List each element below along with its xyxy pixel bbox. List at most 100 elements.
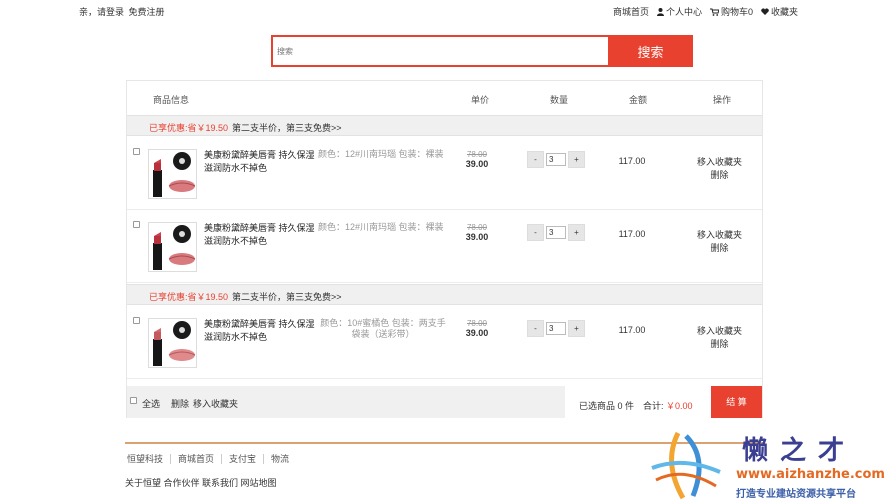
- header-amount: 金额: [629, 95, 648, 105]
- quantity-stepper: - 3 +: [527, 151, 585, 168]
- increase-button[interactable]: +: [568, 151, 585, 168]
- cart-total: 已选商品 0 件 合计: ￥0.00: [565, 386, 711, 418]
- decrease-button[interactable]: -: [527, 320, 544, 337]
- footer-link[interactable]: 商城首页: [171, 454, 223, 464]
- register-link[interactable]: 免费注册: [129, 7, 165, 17]
- delete-link[interactable]: 删除: [687, 169, 752, 182]
- top-bar: 亲，请登录 免费注册 商城首页 个人中心 购物车0 收藏夹: [0, 0, 888, 22]
- product-thumbnail[interactable]: [148, 318, 197, 368]
- line-amount: 117.00: [618, 325, 646, 335]
- header-price: 单价: [471, 95, 490, 105]
- original-price: 78.00: [466, 319, 488, 328]
- original-price: 78.00: [466, 150, 488, 159]
- product-attributes: 颜色：12#川南玛瑙 包装：裸装: [318, 222, 444, 232]
- unit-price: 39.00: [465, 232, 489, 242]
- increase-button[interactable]: +: [568, 224, 585, 241]
- move-to-favorites-link[interactable]: 移入收藏夹: [687, 325, 752, 338]
- total-value: ￥0.00: [666, 401, 693, 411]
- watermark-logo-icon: [651, 431, 721, 500]
- increase-button[interactable]: +: [568, 320, 585, 337]
- delete-link[interactable]: 删除: [687, 338, 752, 351]
- nav-favorites-label: 收藏夹: [770, 7, 798, 17]
- quantity-input[interactable]: 3: [546, 153, 566, 166]
- decrease-button[interactable]: -: [527, 224, 544, 241]
- footer-bottom-links[interactable]: 关于恒望 合作伙伴 联系我们 网站地图: [125, 476, 277, 489]
- item-actions: 移入收藏夹 删除: [687, 325, 752, 351]
- cart-table: 商品信息 单价 数量 金额 操作 已享优惠:省￥19.50 第二支半价，第三支免…: [126, 80, 763, 418]
- footer-links: 恒望科技 商城首页 支付宝 物流: [127, 454, 296, 464]
- search-input[interactable]: [271, 35, 608, 67]
- cart-icon: [709, 8, 719, 16]
- login-links: 亲，请登录 免费注册: [79, 5, 167, 18]
- promo-banner: 已享优惠:省￥19.50 第二支半价，第三支免费>>: [127, 115, 762, 136]
- cart-item: 美康粉黛醉美唇膏 持久保湿滋润防水不掉色 颜色：12#川南玛瑙 包装：裸装 78…: [127, 210, 762, 283]
- watermark-slogan: 打造专业建站资源共享平台: [736, 489, 856, 500]
- search-bar: 搜索: [271, 35, 693, 67]
- promo-desc[interactable]: 第二支半价，第三支免费>>: [232, 290, 342, 303]
- top-nav: 商城首页 个人中心 购物车0 收藏夹: [613, 5, 798, 18]
- heart-icon: [761, 8, 769, 15]
- lipstick-image: [153, 225, 196, 270]
- header-product: 商品信息: [153, 95, 190, 105]
- product-attributes: 颜色：12#川南玛瑙 包装：裸装: [318, 149, 444, 159]
- select-all-label[interactable]: 全选: [142, 397, 160, 410]
- product-attributes: 颜色：10#蜜橘色 包装：两支手袋装（送彩带）: [320, 318, 446, 339]
- nav-home[interactable]: 商城首页: [613, 5, 649, 18]
- quantity-stepper: - 3 +: [527, 224, 585, 241]
- footer-link[interactable]: 支付宝: [222, 454, 265, 464]
- footer-link[interactable]: 恒望科技: [127, 454, 172, 464]
- item-actions: 移入收藏夹 删除: [687, 156, 752, 182]
- item-checkbox[interactable]: [133, 317, 140, 324]
- item-checkbox[interactable]: [133, 148, 140, 155]
- product-thumbnail[interactable]: [148, 149, 197, 199]
- move-selected-to-favorites-link[interactable]: 移入收藏夹: [193, 397, 238, 410]
- line-amount: 117.00: [618, 229, 646, 239]
- cart-item: 美康粉黛醉美唇膏 持久保湿滋润防水不掉色 颜色：12#川南玛瑙 包装：裸装 78…: [127, 137, 762, 210]
- product-name[interactable]: 美康粉黛醉美唇膏 持久保湿滋润防水不掉色: [204, 222, 319, 248]
- cart-summary-bar: 全选 删除 移入收藏夹 已选商品 0 件 合计: ￥0.00 结 算: [127, 386, 762, 418]
- product-name[interactable]: 美康粉黛醉美唇膏 持久保湿滋润防水不掉色: [204, 318, 319, 344]
- total-amount: 合计: ￥0.00: [643, 399, 693, 412]
- selected-count: 已选商品 0 件: [579, 401, 635, 411]
- footer-link[interactable]: 物流: [264, 454, 296, 464]
- product-thumbnail[interactable]: [148, 222, 197, 272]
- original-price: 78.00: [466, 223, 488, 232]
- quantity-stepper: - 3 +: [527, 320, 585, 337]
- item-checkbox[interactable]: [133, 221, 140, 228]
- lipstick-image: [153, 321, 196, 366]
- product-name[interactable]: 美康粉黛醉美唇膏 持久保湿滋润防水不掉色: [204, 149, 319, 175]
- delete-link[interactable]: 删除: [687, 242, 752, 255]
- header-quantity: 数量: [550, 95, 569, 105]
- nav-user-center-label: 个人中心: [665, 7, 702, 17]
- watermark-brand: 懒之才: [742, 436, 857, 466]
- search-button[interactable]: 搜索: [608, 35, 693, 67]
- user-icon: [656, 7, 664, 16]
- login-link[interactable]: 亲，请登录: [79, 7, 124, 17]
- nav-user-center[interactable]: 个人中心: [656, 5, 702, 18]
- unit-price: 39.00: [465, 328, 489, 338]
- item-actions: 移入收藏夹 删除: [687, 229, 752, 255]
- delete-selected-link[interactable]: 删除: [171, 397, 189, 410]
- promo-tag: 已享优惠:省￥19.50: [149, 123, 229, 133]
- move-to-favorites-link[interactable]: 移入收藏夹: [687, 156, 752, 169]
- nav-favorites[interactable]: 收藏夹: [761, 5, 798, 18]
- decrease-button[interactable]: -: [527, 151, 544, 168]
- lipstick-image: [153, 152, 196, 197]
- watermark: 懒之才 www.aizhanzhe.com 打造专业建站资源共享平台: [648, 428, 888, 503]
- cart-header: 商品信息 单价 数量 金额 操作: [127, 81, 762, 115]
- nav-cart-label: 购物车0: [720, 7, 753, 17]
- unit-price: 39.00: [465, 159, 489, 169]
- promo-banner: 已享优惠:省￥19.50 第二支半价，第三支免费>>: [127, 284, 762, 305]
- quantity-input[interactable]: 3: [546, 322, 566, 335]
- nav-home-label: 商城首页: [612, 7, 649, 17]
- select-all-checkbox[interactable]: [130, 397, 137, 404]
- quantity-input[interactable]: 3: [546, 226, 566, 239]
- promo-desc[interactable]: 第二支半价，第三支免费>>: [232, 121, 342, 134]
- header-actions: 操作: [713, 95, 732, 105]
- cart-item: 美康粉黛醉美唇膏 持久保湿滋润防水不掉色 颜色：10#蜜橘色 包装：两支手袋装（…: [127, 306, 762, 379]
- watermark-url: www.aizhanzhe.com: [736, 467, 885, 482]
- move-to-favorites-link[interactable]: 移入收藏夹: [687, 229, 752, 242]
- promo-tag: 已享优惠:省￥19.50: [149, 292, 229, 302]
- checkout-button[interactable]: 结 算: [711, 386, 762, 418]
- nav-cart[interactable]: 购物车0: [709, 5, 753, 18]
